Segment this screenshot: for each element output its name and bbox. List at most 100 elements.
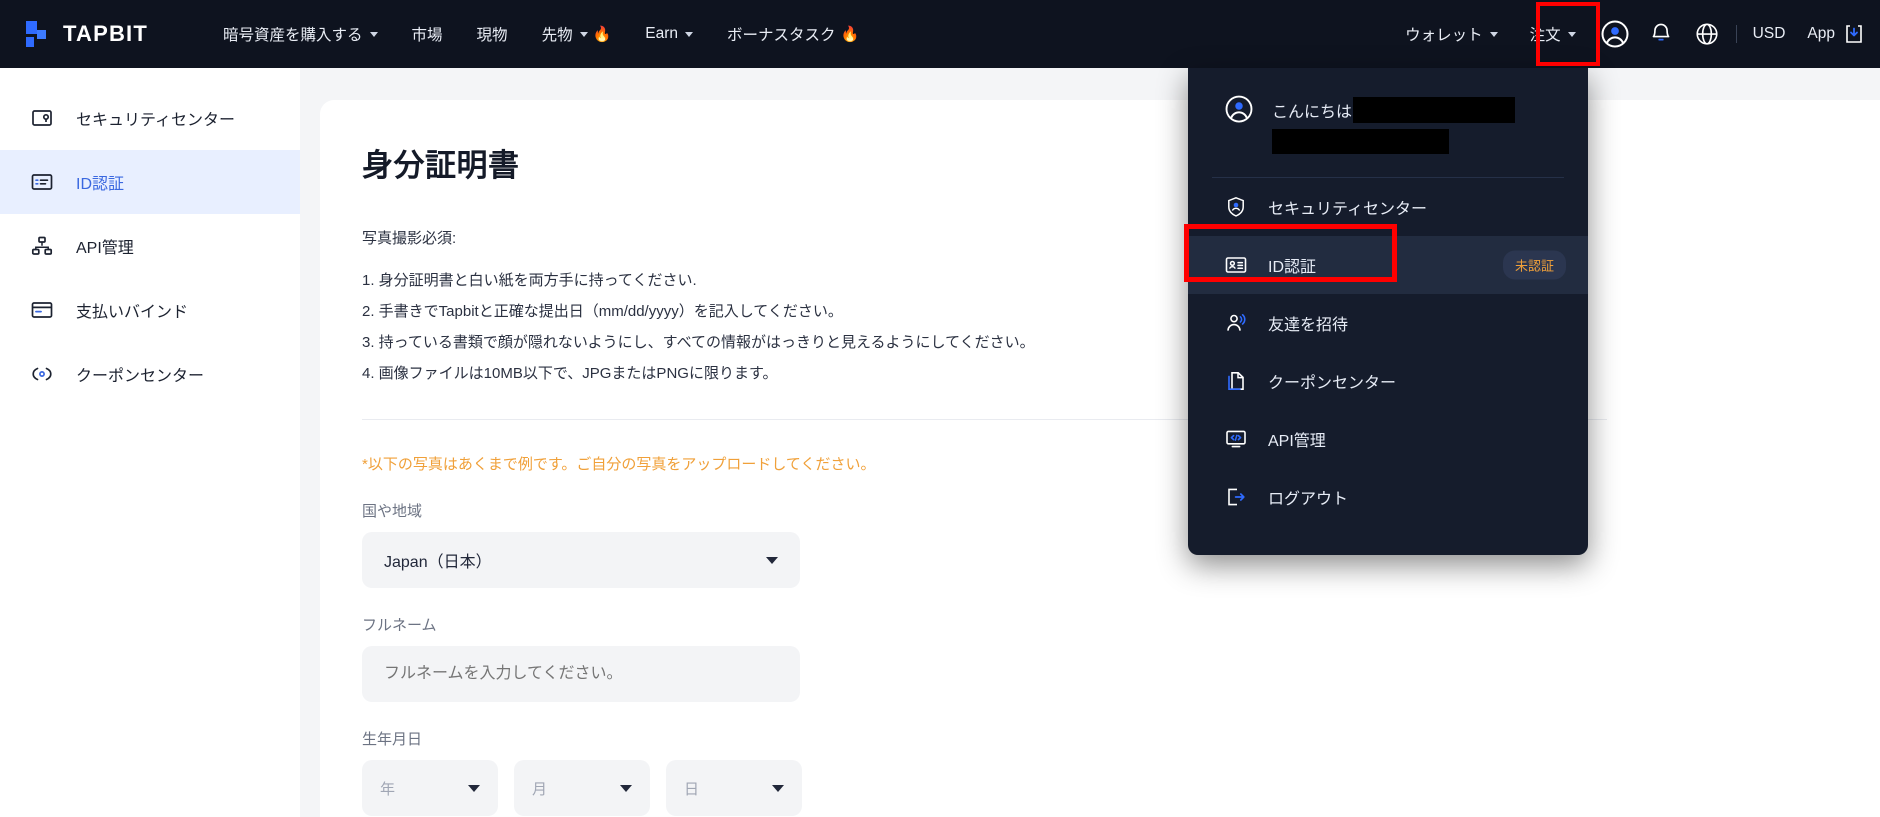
dropdown-item-label: ID認証 <box>1268 259 1317 276</box>
dropdown-item-invite-friends[interactable]: 友達を招待 <box>1188 294 1588 352</box>
dob-year-value: 年 <box>380 780 396 798</box>
nav-item-bonus-task[interactable]: ボーナスタスク 🔥 <box>710 0 876 68</box>
field-fullname: フルネーム <box>362 614 1880 702</box>
dob-selectors: 年 月 日 <box>362 760 1880 816</box>
dob-day-select[interactable]: 日 <box>666 760 802 816</box>
country-label: 国や地域 <box>362 503 423 520</box>
api-code-icon <box>1224 427 1248 451</box>
redacted-username <box>1353 97 1516 123</box>
tapbit-logo-icon <box>26 19 52 49</box>
dropdown-item-label: クーポンセンター <box>1268 375 1397 392</box>
nav-label: 暗号資産を購入する <box>223 27 363 44</box>
requirements-list: 1. 身分証明書と白い紙を両方手に持ってください. 2. 手書きでTapbitと… <box>362 265 1880 389</box>
greeting-label: こんにちは <box>1272 104 1353 121</box>
dob-year-select[interactable]: 年 <box>362 760 498 816</box>
redacted-email <box>1272 129 1449 154</box>
main-nav: 暗号資産を購入する 市場 現物 先物 🔥 Earn ボーナスタスク 🔥 <box>206 0 876 68</box>
nav-label: 現物 <box>476 27 508 44</box>
dropdown-item-logout[interactable]: ログアウト <box>1188 468 1588 526</box>
nav-item-market[interactable]: 市場 <box>395 0 460 68</box>
sidebar-item-api-management[interactable]: API管理 <box>0 214 300 278</box>
app-label: App <box>1807 25 1835 42</box>
chevron-down-icon <box>620 784 632 792</box>
country-select[interactable]: Japan（日本） <box>362 532 800 588</box>
security-center-icon <box>30 106 54 130</box>
currency-selector[interactable]: USD <box>1743 25 1796 43</box>
invite-friends-icon <box>1224 311 1248 335</box>
id-card-icon <box>30 170 54 194</box>
requirement-item: 4. 画像ファイルは10MB以下で、JPGまたはPNGに限ります。 <box>362 365 778 382</box>
globe-icon[interactable] <box>1684 11 1730 57</box>
nav-item-spot[interactable]: 現物 <box>460 0 525 68</box>
dropdown-item-id-auth[interactable]: ID認証 未認証 <box>1184 224 1588 294</box>
dropdown-item-label: 友達を招待 <box>1268 317 1349 334</box>
settings-sidebar: セキュリティセンター ID認証 API管理 支払いバインド クーポンセンター <box>0 68 300 817</box>
main-content-area: 身分証明書 写真撮影必須: 1. 身分証明書と白い紙を両方手に持ってください. … <box>300 68 1880 817</box>
field-country: 国や地域 Japan（日本） <box>362 500 1880 588</box>
dropdown-item-security-center[interactable]: セキュリティセンター <box>1188 178 1588 236</box>
dob-month-select[interactable]: 月 <box>514 760 650 816</box>
chevron-down-icon <box>1489 31 1498 37</box>
sidebar-item-label: セキュリティセンター <box>76 112 236 129</box>
dropdown-item-label: セキュリティセンター <box>1268 201 1428 218</box>
id-card-icon <box>1224 253 1248 277</box>
chevron-down-icon <box>766 556 778 564</box>
fire-icon: 🔥 <box>840 26 860 43</box>
sample-photo-note: *以下の写真はあくまで例です。ご自分の写真をアップロードしてください。 <box>362 456 876 473</box>
nav-label: Earn <box>645 25 679 42</box>
sidebar-item-label: API管理 <box>76 240 134 257</box>
dob-day-value: 日 <box>684 780 700 798</box>
chevron-down-icon <box>685 31 694 37</box>
brand-logo[interactable]: TAPBIT <box>26 19 148 49</box>
user-circle-icon <box>1224 94 1254 124</box>
sidebar-item-security-center[interactable]: セキュリティセンター <box>0 86 300 150</box>
page-title: 身分証明書 <box>362 148 520 183</box>
sidebar-item-label: 支払いバインド <box>76 304 189 321</box>
dob-label: 生年月日 <box>362 731 423 748</box>
nav-label: 市場 <box>411 27 443 44</box>
coupon-doc-icon <box>1224 369 1248 393</box>
fullname-input[interactable] <box>362 646 800 702</box>
nav-item-wallet[interactable]: ウォレット <box>1389 0 1514 68</box>
status-badge-unverified: 未認証 <box>1502 250 1566 280</box>
header-right-group: ウォレット 注文 USD App <box>1389 0 1880 68</box>
requirements-heading: 写真撮影必須: <box>362 230 457 247</box>
nav-label: ボーナスタスク <box>727 27 836 44</box>
sidebar-item-payment-bind[interactable]: 支払いバインド <box>0 278 300 342</box>
fullname-label: フルネーム <box>362 617 437 634</box>
chevron-down-icon <box>1567 31 1576 37</box>
fire-icon: 🔥 <box>592 26 612 43</box>
sidebar-item-coupon-center[interactable]: クーポンセンター <box>0 342 300 406</box>
chevron-down-icon <box>772 784 784 792</box>
orders-label: 注文 <box>1529 27 1561 44</box>
nav-item-earn[interactable]: Earn <box>628 0 710 68</box>
chevron-down-icon <box>468 784 480 792</box>
nav-item-orders[interactable]: 注文 <box>1514 0 1592 68</box>
top-header: TAPBIT 暗号資産を購入する 市場 現物 先物 🔥 Earn ボーナスタスク… <box>0 0 1880 68</box>
nav-label: 先物 <box>541 27 573 44</box>
dropdown-item-label: ログアウト <box>1268 491 1349 508</box>
app-download-link[interactable]: App <box>1795 22 1866 46</box>
nav-item-buy-crypto[interactable]: 暗号資産を購入する <box>206 0 395 68</box>
user-account-dropdown: こんにちは セキュリティセンター ID認証 未認証 友達を招待 クーポンセンター… <box>1184 68 1588 555</box>
dropdown-item-coupon-center[interactable]: クーポンセンター <box>1188 352 1588 410</box>
divider <box>1735 25 1737 43</box>
api-nodes-icon <box>30 234 54 258</box>
app-root: TAPBIT 暗号資産を購入する 市場 現物 先物 🔥 Earn ボーナスタスク… <box>0 0 1880 817</box>
wallet-label: ウォレット <box>1405 27 1483 44</box>
chevron-down-icon <box>369 31 378 37</box>
chevron-down-icon <box>579 31 588 37</box>
user-circle-icon[interactable] <box>1592 11 1638 57</box>
download-box-icon <box>1842 22 1866 46</box>
dob-month-value: 月 <box>532 780 548 798</box>
sidebar-item-label: ID認証 <box>76 176 125 193</box>
bell-icon[interactable] <box>1638 11 1684 57</box>
dropdown-item-label: API管理 <box>1268 433 1326 450</box>
dropdown-item-api-management[interactable]: API管理 <box>1188 410 1588 468</box>
requirement-item: 3. 持っている書類で顔が隠れないようにし、すべての情報がはっきりと見えるように… <box>362 334 1035 351</box>
payment-card-icon <box>30 298 54 322</box>
sidebar-item-id-auth[interactable]: ID認証 <box>0 150 300 214</box>
sidebar-item-label: クーポンセンター <box>76 368 205 385</box>
requirement-item: 2. 手書きでTapbitと正確な提出日（mm/dd/yyyy）を記入してくださ… <box>362 303 843 320</box>
nav-item-futures[interactable]: 先物 🔥 <box>525 0 629 68</box>
